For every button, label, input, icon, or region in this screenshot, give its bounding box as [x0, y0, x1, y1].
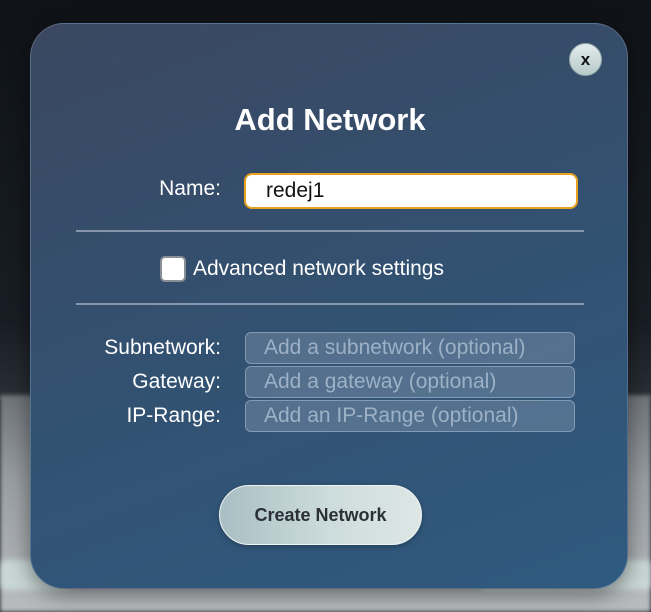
subnetwork-label: Subnetwork: — [104, 336, 221, 359]
ip-range-label: IP-Range: — [126, 404, 221, 427]
add-network-dialog: x Add Network Name: Advanced network set… — [30, 23, 628, 589]
close-icon: x — [580, 49, 591, 69]
advanced-settings-checkbox[interactable] — [160, 256, 186, 282]
subnetwork-input[interactable] — [245, 332, 575, 364]
gateway-label: Gateway: — [132, 370, 221, 393]
create-network-button[interactable]: Create Network — [219, 485, 422, 545]
advanced-settings-label: Advanced network settings — [193, 257, 444, 280]
close-button[interactable]: x — [569, 43, 602, 76]
ip-range-input[interactable] — [245, 400, 575, 432]
name-label: Name: — [159, 177, 221, 200]
divider — [76, 303, 584, 305]
advanced-settings-row[interactable]: Advanced network settings — [160, 255, 444, 283]
name-input[interactable] — [244, 173, 578, 209]
gateway-input[interactable] — [245, 366, 575, 398]
divider — [76, 230, 584, 232]
dialog-title: Add Network — [234, 102, 426, 137]
